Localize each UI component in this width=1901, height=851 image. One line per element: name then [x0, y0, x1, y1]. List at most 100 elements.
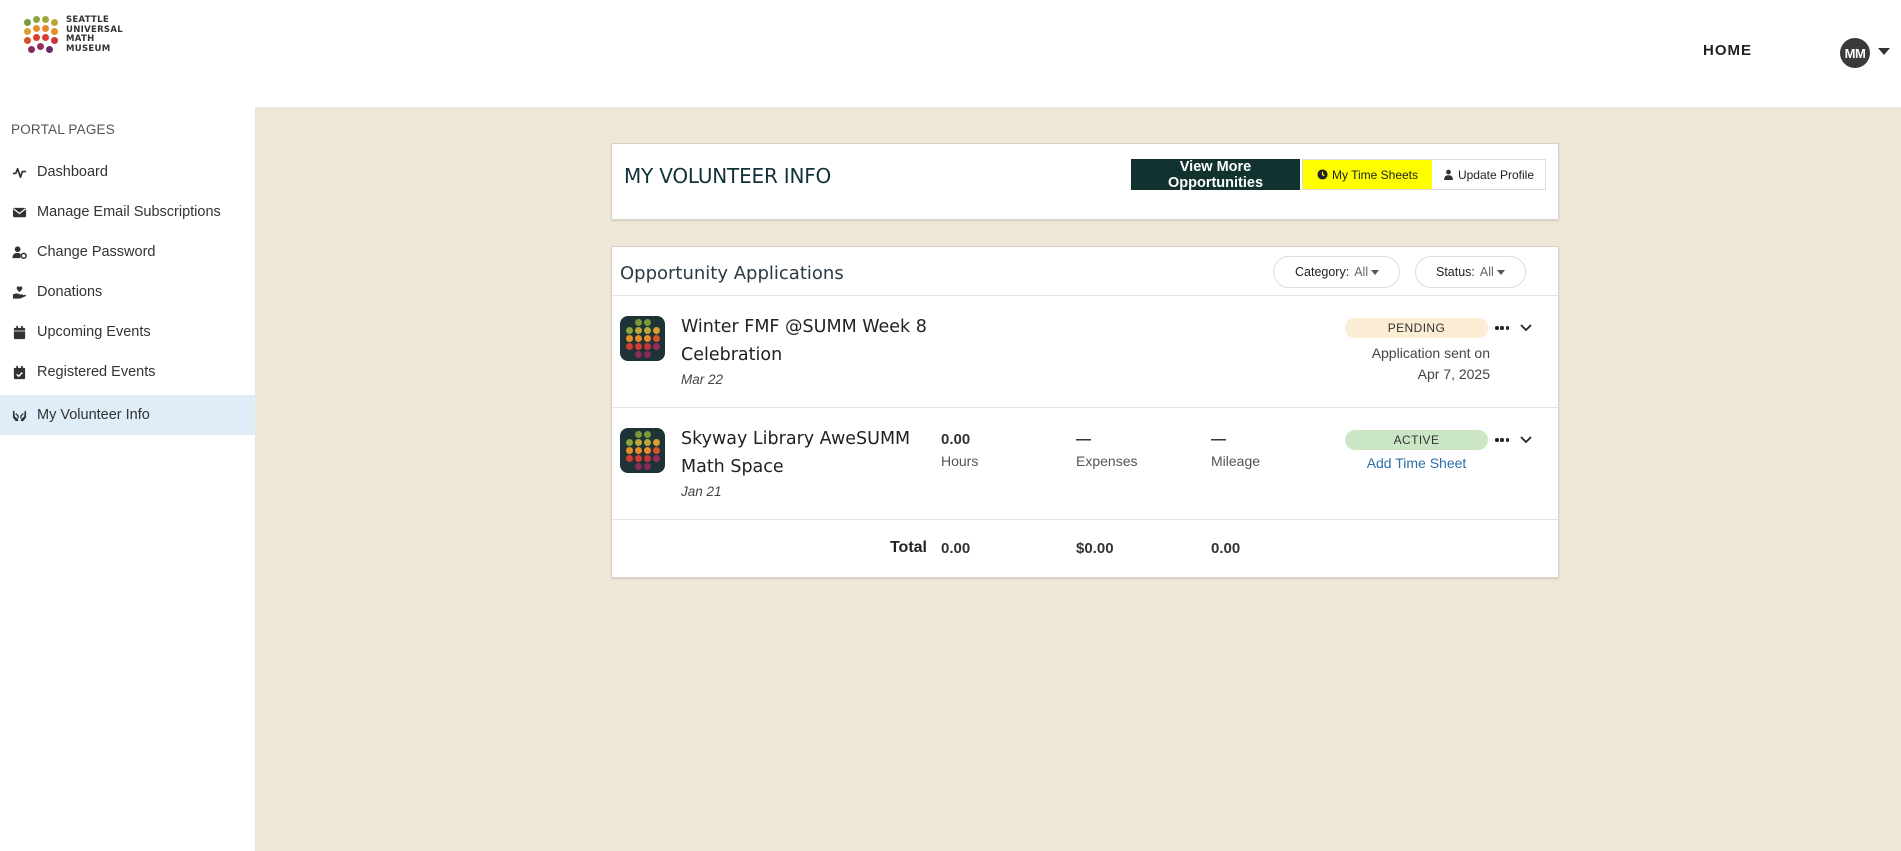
top-header: SEATTLE UNIVERSAL MATH MUSEUM HOME MM: [0, 0, 1901, 107]
thumbnail-dot: [635, 335, 642, 342]
my-time-sheets-label: My Time Sheets: [1331, 167, 1419, 182]
caret-down-icon: [1371, 269, 1380, 275]
thumbnail-dot: [635, 431, 642, 438]
sidebar-item-registered-events[interactable]: Registered Events: [0, 352, 255, 392]
thumbnail-dot: [635, 351, 642, 358]
category-filter-label: Category:: [1295, 265, 1350, 279]
hours-label: Hours: [941, 453, 979, 469]
main-content: MY VOLUNTEER INFO View More Opportunitie…: [255, 107, 1901, 851]
mileage-value: —: [1211, 431, 1226, 448]
opportunity-date: Mar 22: [681, 372, 724, 387]
update-profile-label: Update Profile: [1457, 167, 1535, 182]
status-filter-label: Status:: [1436, 265, 1475, 279]
add-time-sheet-link[interactable]: Add Time Sheet: [1345, 455, 1488, 471]
caret-down-icon[interactable]: [1878, 48, 1890, 55]
application-sent-date: Apr 7, 2025: [1417, 366, 1490, 382]
sidebar-item-donations[interactable]: Donations: [0, 272, 255, 312]
user-gear-icon: [10, 243, 28, 261]
thumbnail-dot: [635, 327, 642, 334]
status-filter-dropdown[interactable]: Status: All: [1415, 256, 1526, 288]
hand-holding-heart-icon: [10, 283, 28, 301]
opportunity-applications-card: Opportunity Applications Category: All S…: [611, 246, 1559, 578]
thumbnail-dot: [653, 455, 660, 462]
sidebar-item-label: Donations: [37, 284, 103, 300]
sidebar-item-dashboard[interactable]: Dashboard: [0, 152, 255, 192]
total-mileage: 0.00: [1211, 540, 1241, 557]
more-options-icon[interactable]: [1495, 323, 1509, 333]
logo-dots-icon: [24, 16, 62, 54]
thumbnail-dot: [626, 447, 633, 454]
thumbnail-dot: [644, 343, 651, 350]
sidebar-item-label: Manage Email Subscriptions: [37, 204, 221, 220]
sidebar-item-email-subscriptions[interactable]: Manage Email Subscriptions: [0, 192, 255, 232]
hours-value: 0.00: [941, 431, 971, 448]
thumbnail-dot: [644, 319, 651, 326]
my-time-sheets-button[interactable]: My Time Sheets: [1303, 160, 1432, 189]
divider: [612, 407, 1558, 408]
expenses-value: —: [1076, 431, 1091, 448]
status-badge: PENDING: [1345, 318, 1488, 338]
total-expenses: $0.00: [1076, 540, 1114, 557]
logo-wordmark: SEATTLE UNIVERSAL MATH MUSEUM: [66, 15, 123, 54]
sidebar-item-upcoming-events[interactable]: Upcoming Events: [0, 312, 255, 352]
thumbnail-dot: [644, 335, 651, 342]
thumbnail-dot: [626, 439, 633, 446]
sidebar-item-label: Upcoming Events: [37, 324, 151, 340]
thumbnail-dot: [635, 455, 642, 462]
chevron-down-icon[interactable]: [1519, 435, 1533, 445]
thumbnail-dot: [653, 439, 660, 446]
activity-icon: [10, 163, 28, 181]
sidebar-item-volunteer-info[interactable]: My Volunteer Info: [0, 395, 255, 435]
sidebar: PORTAL PAGES Dashboard Manage Email Subs…: [0, 107, 255, 851]
view-more-opportunities-button[interactable]: View More Opportunities: [1131, 159, 1300, 191]
hands-icon: [10, 406, 28, 424]
thumbnail-dot: [653, 335, 660, 342]
category-filter-value: All: [1354, 265, 1369, 279]
sidebar-item-label: Dashboard: [37, 164, 108, 180]
opportunity-thumbnail: [620, 316, 665, 361]
opportunity-title[interactable]: Winter FMF @SUMM Week 8 Celebration: [681, 313, 941, 369]
thumbnail-dot: [644, 455, 651, 462]
home-link[interactable]: HOME: [1703, 42, 1752, 59]
chevron-down-icon[interactable]: [1519, 323, 1533, 333]
thumbnail-dot: [626, 327, 633, 334]
sidebar-item-label: Registered Events: [37, 364, 156, 380]
sidebar-item-label: Change Password: [37, 244, 156, 260]
avatar[interactable]: MM: [1840, 38, 1870, 68]
status-badge: ACTIVE: [1345, 430, 1488, 450]
status-filter-value: All: [1479, 265, 1494, 279]
opportunity-title[interactable]: Skyway Library AweSUMM Math Space: [681, 425, 941, 481]
thumbnail-dot: [635, 439, 642, 446]
clock-icon: [1317, 169, 1328, 180]
thumbnail-dot: [653, 447, 660, 454]
sidebar-heading: PORTAL PAGES: [11, 122, 115, 137]
expenses-label: Expenses: [1076, 453, 1138, 469]
application-sent-label: Application sent on: [1371, 345, 1490, 361]
thumbnail-dot: [644, 439, 651, 446]
calendar-check-icon: [10, 363, 28, 381]
opportunity-date: Jan 21: [681, 484, 722, 499]
thumbnail-dot: [635, 319, 642, 326]
sidebar-item-change-password[interactable]: Change Password: [0, 232, 255, 272]
calendar-icon: [10, 323, 28, 341]
total-label: Total: [889, 539, 927, 556]
update-profile-button[interactable]: Update Profile: [1432, 160, 1545, 189]
thumbnail-dot: [635, 463, 642, 470]
thumbnail-dot: [644, 327, 651, 334]
divider: [612, 295, 1558, 296]
thumbnail-dot: [626, 335, 633, 342]
thumbnail-dot: [653, 327, 660, 334]
caret-down-icon: [1496, 269, 1505, 275]
thumbnail-dot: [644, 447, 651, 454]
page-title: MY VOLUNTEER INFO: [624, 164, 832, 188]
museum-logo[interactable]: SEATTLE UNIVERSAL MATH MUSEUM: [24, 15, 123, 54]
total-hours: 0.00: [941, 540, 971, 557]
thumbnail-dot: [653, 343, 660, 350]
category-filter-dropdown[interactable]: Category: All: [1273, 256, 1400, 288]
thumbnail-dot: [635, 447, 642, 454]
divider: [612, 519, 1558, 520]
thumbnail-dot: [644, 463, 651, 470]
applications-title: Opportunity Applications: [620, 263, 844, 284]
more-options-icon[interactable]: [1495, 435, 1509, 445]
envelope-icon: [10, 203, 28, 221]
